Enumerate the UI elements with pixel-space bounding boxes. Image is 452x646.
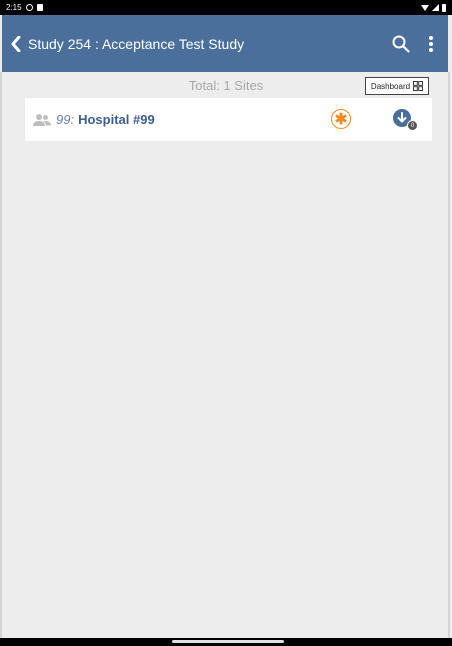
site-list-item[interactable]: 99 : Hospital #99 ✱ 0 [25,98,432,141]
dashboard-button[interactable]: Dashboard [365,77,429,95]
back-button[interactable] [6,29,26,59]
download-count-badge: 0 [407,120,418,131]
search-button[interactable] [388,29,414,59]
download-button[interactable]: 0 [392,108,418,132]
search-icon [392,35,410,53]
status-left: 2:15 [6,3,43,12]
left-edge [0,72,2,638]
app-bar: Study 254 : Acceptance Test Study [2,15,448,72]
grid-icon [413,81,424,91]
dashboard-label: Dashboard [370,81,411,91]
status-time: 2:15 [6,3,22,12]
site-number: 99 [56,112,71,127]
site-name[interactable]: Hospital #99 [78,112,155,127]
site-separator: : [70,112,75,127]
sync-icon [25,4,33,11]
home-indicator[interactable] [172,640,284,643]
people-icon [33,113,51,126]
asterisk-icon[interactable]: ✱ [331,109,351,129]
chevron-left-icon [11,35,21,52]
page-title: Study 254 : Acceptance Test Study [28,35,245,52]
battery-icon [442,3,446,12]
wifi-icon [421,4,429,11]
sd-card-icon [36,4,43,11]
signal-icon [432,4,439,11]
status-right [421,3,446,12]
status-bar: 2:15 [0,0,452,15]
more-vert-icon [429,35,433,52]
right-edge [448,72,450,638]
more-options-button[interactable] [418,29,444,59]
navigation-bar [0,638,452,646]
